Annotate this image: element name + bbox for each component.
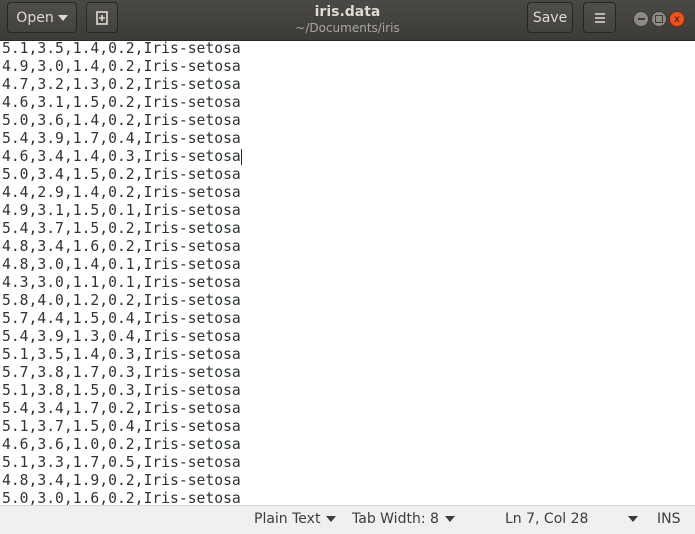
text-line[interactable]: 5.4,3.7,1.5,0.2,Iris-setosa — [0, 220, 695, 238]
text-editor[interactable]: 5.1,3.5,1.4,0.2,Iris-setosa 4.9,3.0,1.4,0… — [0, 40, 695, 505]
maximize-button[interactable] — [651, 11, 667, 27]
text-line[interactable]: 4.8,3.4,1.9,0.2,Iris-setosa — [0, 472, 695, 490]
text-line[interactable]: 4.9,3.1,1.5,0.1,Iris-setosa — [0, 202, 695, 220]
save-label: Save — [532, 9, 568, 26]
maximize-icon — [655, 15, 663, 23]
text-line[interactable]: 5.1,3.3,1.7,0.5,Iris-setosa — [0, 454, 695, 472]
text-line[interactable]: 4.9,3.0,1.4,0.2,Iris-setosa — [0, 58, 695, 76]
text-line[interactable]: 5.4,3.9,1.7,0.4,Iris-setosa — [0, 130, 695, 148]
text-line[interactable]: 4.6,3.4,1.4,0.3,Iris-setosa — [0, 148, 695, 166]
text-cursor — [240, 149, 242, 165]
minimize-button[interactable] — [633, 11, 649, 27]
hamburger-icon — [594, 12, 605, 23]
header-bar: Open iris.data ~/Documents/iris Save x — [0, 0, 695, 41]
text-line[interactable]: 5.7,4.4,1.5,0.4,Iris-setosa — [0, 310, 695, 328]
minimize-icon — [637, 18, 645, 20]
language-selector[interactable]: Plain Text — [254, 511, 337, 527]
text-line[interactable]: 4.6,3.1,1.5,0.2,Iris-setosa — [0, 94, 695, 112]
text-line[interactable]: 5.1,3.5,1.4,0.3,Iris-setosa — [0, 346, 695, 364]
text-line[interactable]: 5.8,4.0,1.2,0.2,Iris-setosa — [0, 292, 695, 310]
text-line[interactable]: 5.1,3.5,1.4,0.2,Iris-setosa — [0, 40, 695, 58]
text-line[interactable]: 5.7,3.8,1.7,0.3,Iris-setosa — [0, 364, 695, 382]
text-line[interactable]: 5.0,3.0,1.6,0.2,Iris-setosa — [0, 490, 695, 505]
cursor-position-label: Ln 7, Col 28 — [505, 511, 589, 527]
text-line[interactable]: 4.8,3.0,1.4,0.1,Iris-setosa — [0, 256, 695, 274]
chevron-down-icon — [628, 516, 639, 522]
menu-button[interactable] — [583, 2, 616, 33]
chevron-down-icon — [326, 516, 337, 522]
insert-mode-indicator: INS — [657, 511, 681, 527]
status-bar: Plain Text Tab Width: 8 Ln 7, Col 28 INS — [0, 505, 695, 534]
text-line[interactable]: 5.0,3.6,1.4,0.2,Iris-setosa — [0, 112, 695, 130]
text-line[interactable]: 5.4,3.4,1.7,0.2,Iris-setosa — [0, 400, 695, 418]
chevron-down-icon — [444, 516, 455, 522]
text-line[interactable]: 4.8,3.4,1.6,0.2,Iris-setosa — [0, 238, 695, 256]
language-label: Plain Text — [254, 511, 321, 527]
tab-width-label: Tab Width: 8 — [352, 511, 439, 527]
text-line[interactable]: 5.4,3.9,1.3,0.4,Iris-setosa — [0, 328, 695, 346]
text-line[interactable]: 5.0,3.4,1.5,0.2,Iris-setosa — [0, 166, 695, 184]
save-button[interactable]: Save — [527, 2, 573, 33]
text-line[interactable]: 4.4,2.9,1.4,0.2,Iris-setosa — [0, 184, 695, 202]
text-line[interactable]: 5.1,3.7,1.5,0.4,Iris-setosa — [0, 418, 695, 436]
text-line[interactable]: 5.1,3.8,1.5,0.3,Iris-setosa — [0, 382, 695, 400]
text-line[interactable]: 4.7,3.2,1.3,0.2,Iris-setosa — [0, 76, 695, 94]
text-line[interactable]: 4.3,3.0,1.1,0.1,Iris-setosa — [0, 274, 695, 292]
close-icon: x — [674, 13, 680, 25]
tab-width-selector[interactable]: Tab Width: 8 — [352, 511, 455, 527]
close-button[interactable]: x — [669, 11, 685, 27]
cursor-position-selector[interactable]: Ln 7, Col 28 — [505, 511, 639, 527]
text-line[interactable]: 4.6,3.6,1.0,0.2,Iris-setosa — [0, 436, 695, 454]
